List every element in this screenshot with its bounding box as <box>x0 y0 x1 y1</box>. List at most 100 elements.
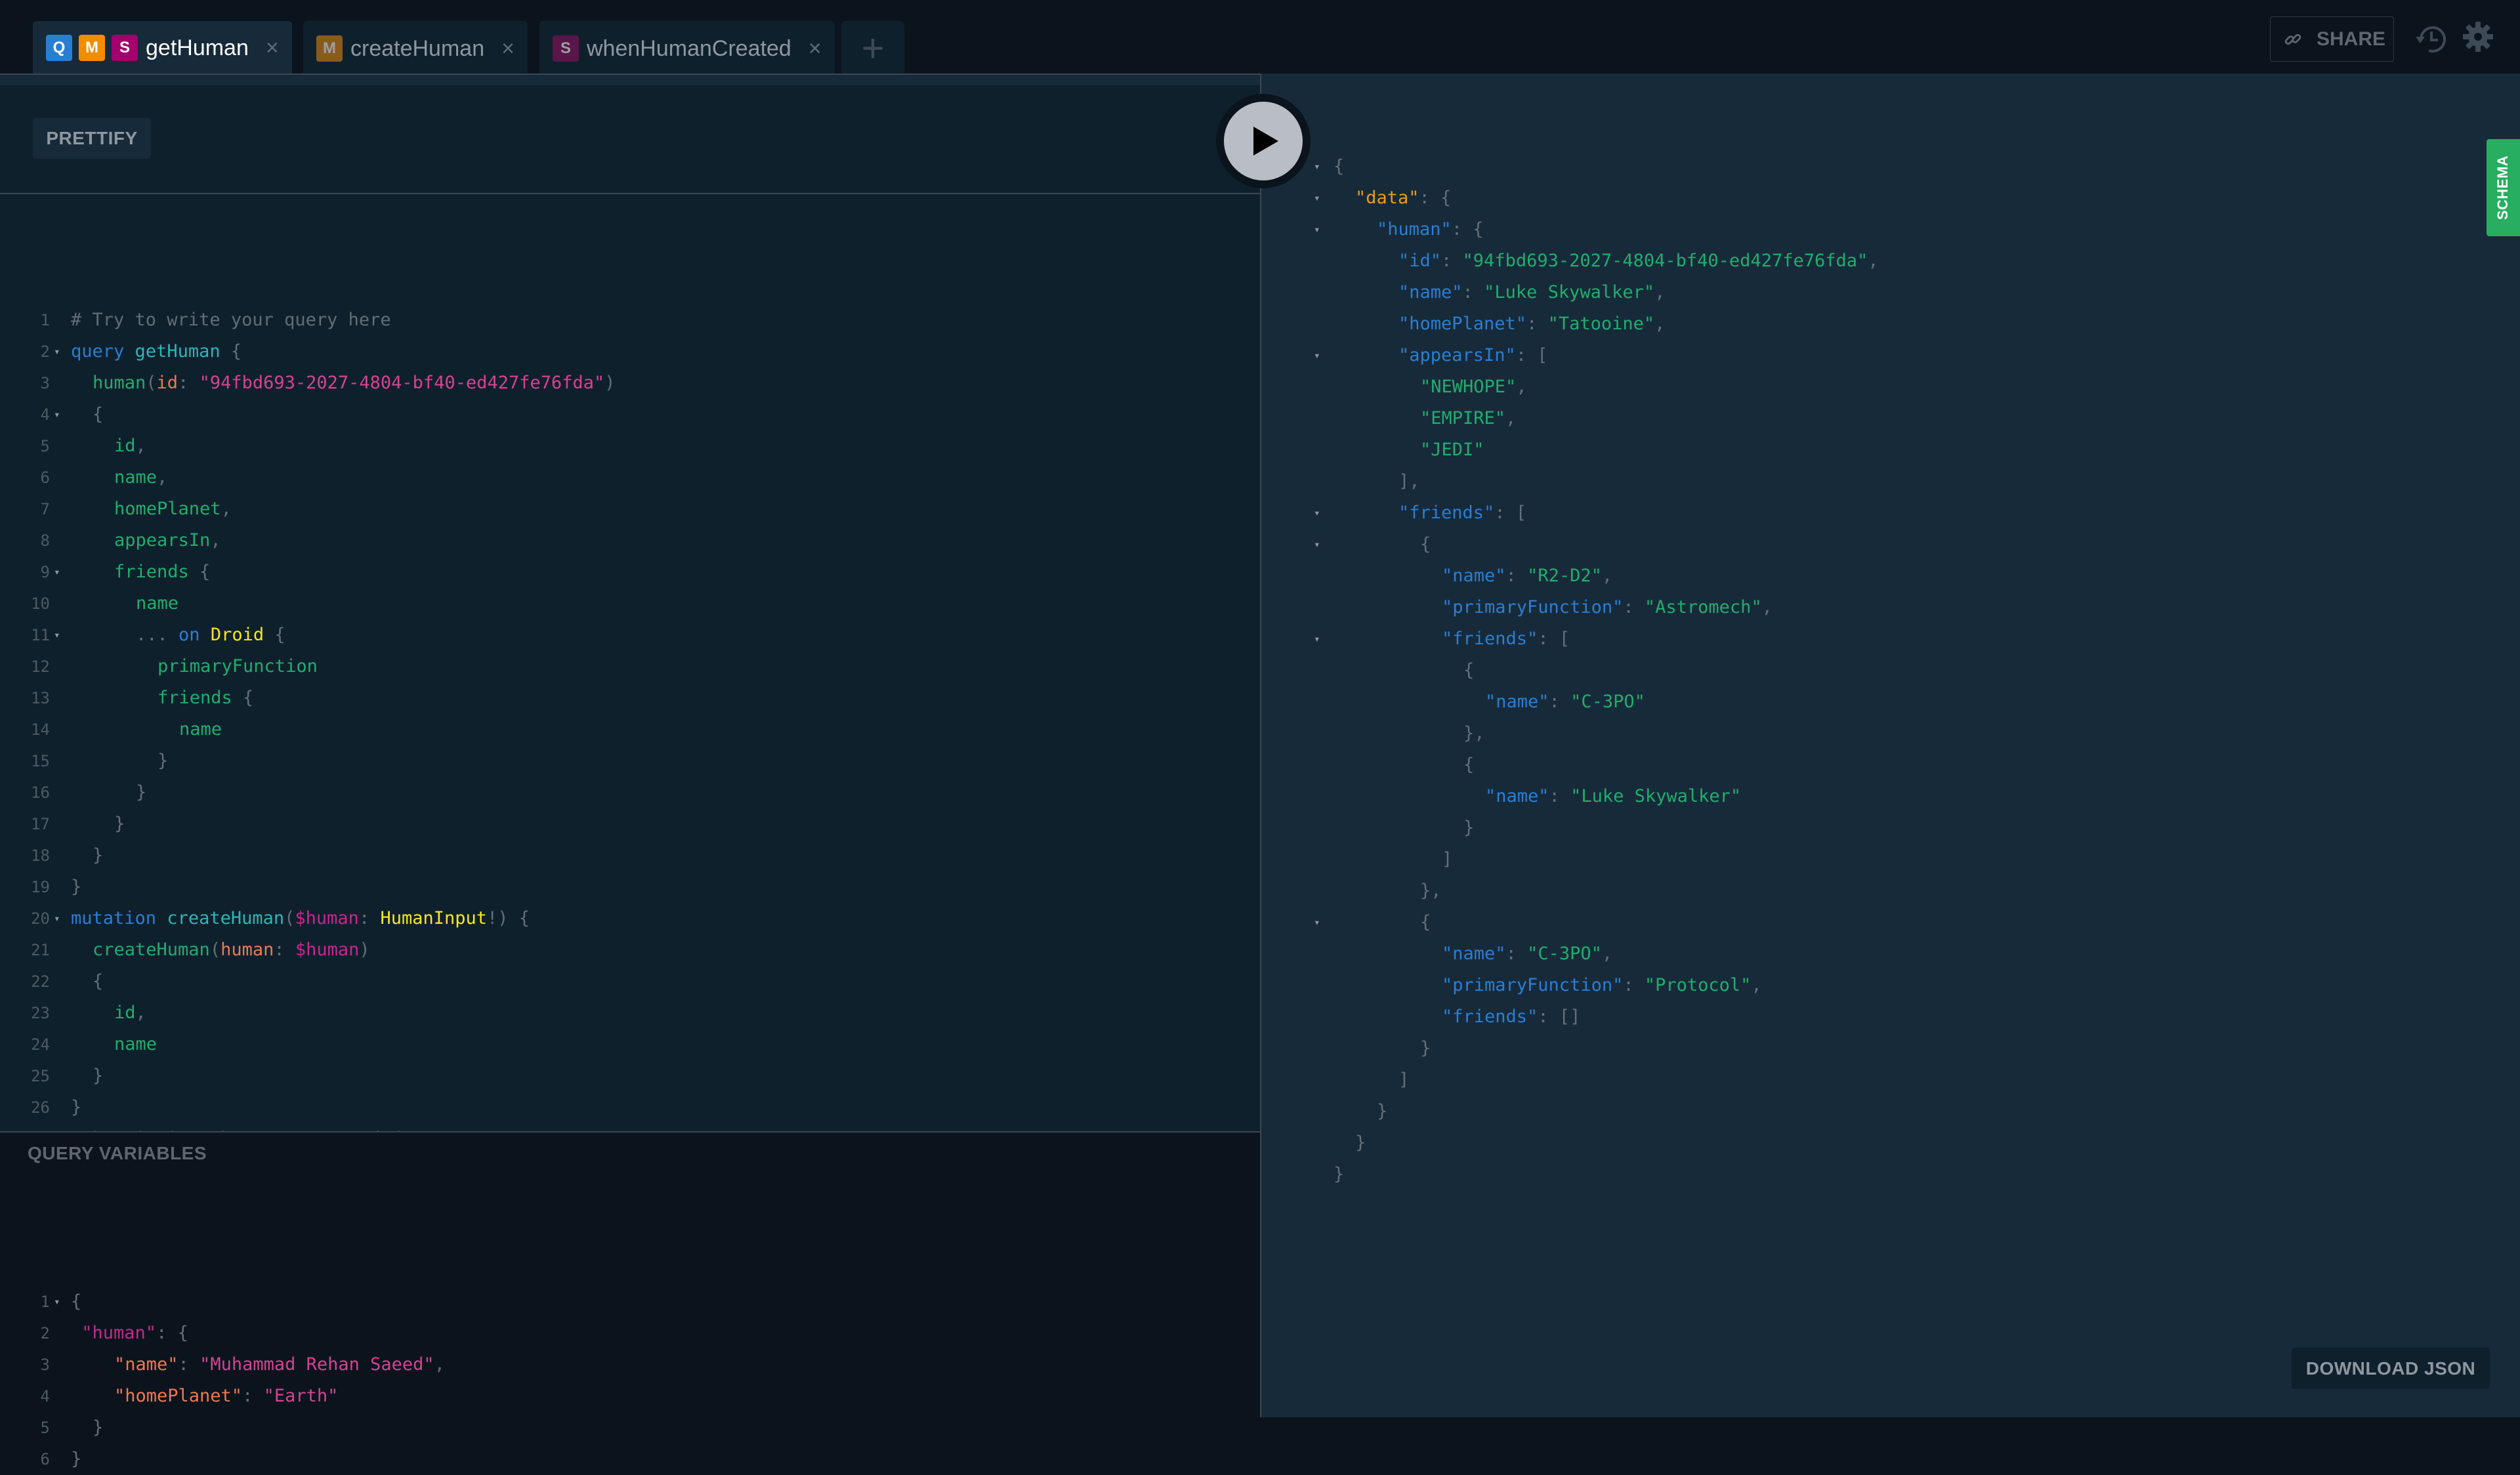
fold-toggle-icon[interactable]: ▾ <box>1314 151 1320 182</box>
line-number: 18 <box>31 846 50 865</box>
tab-createHuman[interactable]: McreateHuman × <box>303 21 528 76</box>
tab-getHuman[interactable]: Q M SgetHuman × <box>33 21 292 75</box>
code-token: ( <box>284 908 295 928</box>
response-line: "homePlanet": "Tatooine", <box>1261 308 2520 340</box>
code-token: , <box>1601 566 1613 586</box>
history-icon[interactable] <box>2412 20 2451 59</box>
fold-toggle-icon[interactable]: ▾ <box>54 399 60 430</box>
code-text: } <box>71 1060 103 1092</box>
schema-tab[interactable]: SCHEMA <box>2487 139 2520 236</box>
code-text: name <box>71 588 178 619</box>
code-token: : <box>1526 314 1548 334</box>
fold-toggle-icon[interactable]: ▾ <box>1314 340 1320 371</box>
line-number: 9 <box>40 563 50 581</box>
line-number: 1 <box>40 311 50 329</box>
code-text: "friends": [ <box>1334 623 1570 655</box>
line-number: 3 <box>40 1356 50 1374</box>
fold-toggle-icon[interactable]: ▾ <box>54 336 60 367</box>
query-variables-header[interactable]: QUERY VARIABLES <box>0 1131 1260 1177</box>
download-json-button[interactable]: DOWNLOAD JSON <box>2292 1348 2490 1389</box>
code-token: human <box>93 373 146 393</box>
fold-toggle-icon[interactable]: ▾ <box>1314 497 1320 529</box>
code-token: id <box>114 436 136 456</box>
query-editor[interactable]: 1 # Try to write your query here 2 ▾ query g… <box>0 194 1260 1132</box>
code-token: , <box>157 467 168 488</box>
editor-line: 13 friends { <box>0 682 1260 714</box>
variables-line: 5} <box>0 1412 1260 1444</box>
code-text: "friends": [ <box>1334 497 1526 529</box>
line-number: 15 <box>31 752 50 770</box>
response-line: ▾{ <box>1261 529 2520 560</box>
code-token: friends <box>158 688 232 708</box>
close-tab-icon[interactable]: × <box>808 36 822 62</box>
code-text: "name": "R2-D2", <box>1334 560 1612 592</box>
line-number: 6 <box>40 1450 50 1468</box>
play-button-face <box>1224 102 1303 180</box>
editor-line: 20 ▾ mutation createHuman($human: HumanInp… <box>0 903 1260 934</box>
fold-toggle-icon[interactable]: ▾ <box>1314 182 1320 214</box>
fold-toggle-icon[interactable]: ▾ <box>1314 529 1320 560</box>
code-text: mutation createHuman($human: HumanInput!… <box>71 903 530 934</box>
code-token: "name" <box>1485 786 1549 806</box>
line-number: 5 <box>40 437 50 455</box>
code-token: ( <box>209 940 221 960</box>
code-token: "name" <box>114 1354 178 1375</box>
code-token: } <box>158 751 169 771</box>
response-line: ▾{ <box>1261 151 2520 182</box>
code-token: "NEWHOPE" <box>1420 377 1517 397</box>
code-token: mutation <box>71 908 157 928</box>
share-button[interactable]: SHARE <box>2270 16 2394 62</box>
query-variables-editor[interactable]: 1 ▾ {2 "human": {3 "name": "Muhammad Rehan … <box>0 1176 1260 1469</box>
line-number: 17 <box>31 815 50 833</box>
code-token: ( <box>146 373 157 393</box>
editor-line: 15} <box>0 745 1260 777</box>
editor-line: 4 ▾ { <box>0 399 1260 430</box>
code-text: "name": "C-3PO" <box>1334 686 1645 718</box>
settings-gear-icon[interactable] <box>2462 21 2494 52</box>
code-text: homePlanet, <box>71 493 232 525</box>
code-token: } <box>71 1449 82 1469</box>
code-token: : <box>1623 975 1645 995</box>
query-editor-pane: PRETTIFY 1 # Try to write your query here… <box>0 85 1260 1469</box>
code-token: , <box>1761 597 1773 617</box>
code-text: "name": "Luke Skywalker", <box>1334 277 1665 308</box>
editor-line: 16} <box>0 777 1260 808</box>
code-text: } <box>1334 1127 1366 1159</box>
code-token: createHuman <box>167 908 285 928</box>
fold-toggle-icon[interactable]: ▾ <box>54 619 60 651</box>
operation-badge: Q <box>46 35 72 61</box>
code-token: ... <box>136 625 179 645</box>
code-token: : { <box>156 1323 188 1343</box>
tab-whenHumanCreated[interactable]: SwhenHumanCreated × <box>539 21 835 76</box>
code-token: "JEDI" <box>1420 440 1484 460</box>
code-text: friends { <box>71 556 210 588</box>
fold-toggle-icon[interactable]: ▾ <box>54 903 60 934</box>
fold-toggle-icon[interactable]: ▾ <box>1314 214 1320 245</box>
line-number: 4 <box>40 405 50 424</box>
prettify-button[interactable]: PRETTIFY <box>33 118 151 159</box>
code-token: { <box>1463 755 1475 775</box>
code-token: "94fbd693-2027-4804-bf40-ed427fe76fda" <box>1462 251 1868 271</box>
editor-line: 3 human(id: "94fbd693-2027-4804-bf40-ed42… <box>0 367 1260 399</box>
run-query-button[interactable] <box>1216 94 1311 188</box>
code-token: : [] <box>1538 1007 1581 1027</box>
code-text: { <box>71 399 103 430</box>
code-text: } <box>71 745 168 777</box>
editor-line: 19} <box>0 871 1260 903</box>
code-text: "homePlanet": "Tatooine", <box>1334 308 1665 340</box>
fold-toggle-icon[interactable]: ▾ <box>54 1286 60 1318</box>
fold-toggle-icon[interactable]: ▾ <box>54 556 60 588</box>
close-tab-icon[interactable]: × <box>266 35 279 61</box>
code-token: { <box>1420 912 1431 932</box>
response-line: "primaryFunction": "Protocol", <box>1261 970 2520 1001</box>
close-tab-icon[interactable]: × <box>501 36 514 62</box>
code-token: "R2-D2" <box>1527 566 1602 586</box>
line-number: 8 <box>40 531 50 550</box>
fold-toggle-icon[interactable]: ▾ <box>1314 907 1320 938</box>
add-tab-button[interactable]: + <box>841 21 904 75</box>
code-text: ], <box>1334 466 1420 497</box>
line-number: 13 <box>31 689 50 707</box>
code-token: { <box>93 971 104 991</box>
fold-toggle-icon[interactable]: ▾ <box>1314 623 1320 655</box>
